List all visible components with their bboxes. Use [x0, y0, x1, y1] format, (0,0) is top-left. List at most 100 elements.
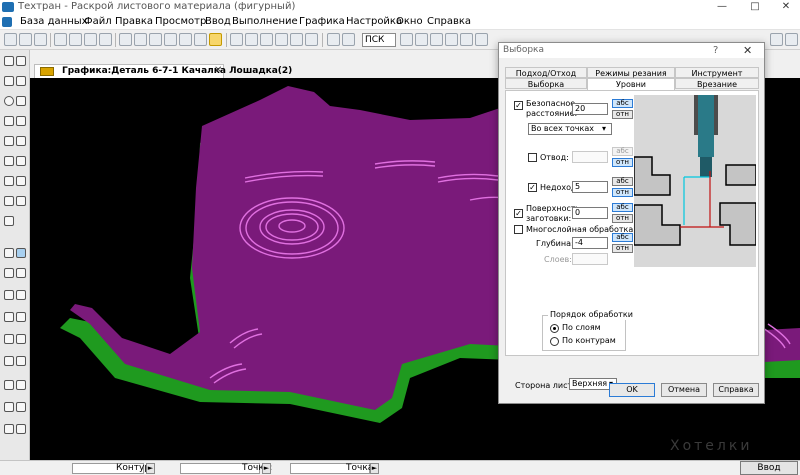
view-bottom-icon[interactable]	[290, 33, 303, 46]
layer-icon[interactable]	[4, 268, 14, 278]
stock-surface-rel-button[interactable]: отн	[612, 214, 633, 223]
menu-input[interactable]: Ввод	[205, 14, 231, 30]
tab-cutting-modes[interactable]: Режимы резания	[587, 67, 675, 78]
ok-button[interactable]: OK	[609, 383, 655, 397]
safe-distance-rel-button[interactable]: отн	[612, 110, 633, 119]
filter-icon[interactable]	[16, 268, 26, 278]
xy-icon[interactable]	[4, 216, 14, 226]
hand-icon[interactable]	[149, 33, 162, 46]
coord-system-select[interactable]: ПСК	[362, 33, 396, 47]
copy-obj-icon[interactable]	[16, 402, 26, 412]
stock-surface-abs-button[interactable]: абс	[612, 203, 633, 212]
menu-edit[interactable]: Правка	[115, 14, 153, 30]
zoom-out-icon[interactable]	[179, 33, 192, 46]
app-menu-icon[interactable]	[2, 17, 12, 27]
tool-icon-2[interactable]	[415, 33, 428, 46]
lasso-icon[interactable]	[4, 248, 14, 258]
stock-surface-input[interactable]: 0	[572, 207, 608, 219]
depth-rel-button[interactable]: отн	[612, 244, 633, 253]
radio-by-contours[interactable]	[550, 337, 559, 346]
safe-distance-input[interactable]: 20	[572, 103, 608, 115]
underpass-input[interactable]: 5	[572, 181, 608, 193]
pointer-icon[interactable]	[16, 56, 26, 66]
join-icon[interactable]	[16, 380, 26, 390]
minimize-button[interactable]: —	[710, 0, 734, 14]
mirror-icon[interactable]	[4, 290, 14, 300]
radio-by-layers[interactable]	[550, 324, 559, 333]
contour-pick-button[interactable]: ►	[146, 463, 155, 474]
depth-abs-button[interactable]: абс	[612, 233, 633, 242]
fillet-icon[interactable]	[4, 356, 14, 366]
tab-plunge[interactable]: Врезание	[675, 78, 759, 89]
underpass-checkbox[interactable]: ✓	[528, 183, 537, 192]
new-icon[interactable]	[4, 33, 17, 46]
dialog-close-icon[interactable]: ✕	[743, 43, 752, 58]
tab-approach[interactable]: Подход/Отход	[505, 67, 587, 78]
save-icon[interactable]	[34, 33, 47, 46]
offset-icon[interactable]	[16, 312, 26, 322]
measure-icon[interactable]	[4, 196, 14, 206]
chamfer-icon[interactable]	[16, 356, 26, 366]
break-icon[interactable]	[4, 380, 14, 390]
array-icon[interactable]	[4, 402, 14, 412]
view-right-icon[interactable]	[275, 33, 288, 46]
enter-button[interactable]: Ввод	[740, 461, 798, 475]
extend-icon[interactable]	[16, 334, 26, 344]
rectangle-icon[interactable]	[16, 96, 26, 106]
menu-file[interactable]: Файл	[84, 14, 112, 30]
depth-input[interactable]: -4	[572, 237, 608, 249]
point1-pick-button[interactable]: ►	[262, 463, 271, 474]
scale-icon[interactable]	[4, 312, 14, 322]
grid-icon[interactable]	[327, 33, 340, 46]
open-icon[interactable]	[19, 33, 32, 46]
view-left-icon[interactable]	[260, 33, 273, 46]
underpass-rel-button[interactable]: отн	[612, 188, 633, 197]
retract-checkbox[interactable]	[528, 153, 537, 162]
menu-graphics[interactable]: Графика	[299, 14, 345, 30]
properties-icon[interactable]	[16, 424, 26, 434]
menu-view[interactable]: Просмотр	[155, 14, 206, 30]
menu-window[interactable]: Окно	[396, 14, 423, 30]
retract-input[interactable]	[572, 151, 608, 163]
eraser-icon[interactable]	[16, 248, 26, 258]
menu-run[interactable]: Выполнение	[232, 14, 298, 30]
menu-help[interactable]: Справка	[427, 14, 471, 30]
zoom-all-icon[interactable]	[209, 33, 222, 46]
select-icon[interactable]	[4, 56, 14, 66]
print-icon[interactable]	[99, 33, 112, 46]
move-icon[interactable]	[16, 196, 26, 206]
polyline-icon[interactable]	[4, 136, 14, 146]
contour-icon[interactable]	[16, 176, 26, 186]
document-close-icon[interactable]: ✕	[214, 64, 222, 78]
zoom-window-icon[interactable]	[194, 33, 207, 46]
arc-icon[interactable]	[16, 116, 26, 126]
spline-icon[interactable]	[16, 136, 26, 146]
copy-icon[interactable]	[69, 33, 82, 46]
tool-icon-3[interactable]	[430, 33, 443, 46]
undo-icon[interactable]	[119, 33, 132, 46]
paste-icon[interactable]	[84, 33, 97, 46]
tool-icon-5[interactable]	[460, 33, 473, 46]
line-icon[interactable]	[16, 76, 26, 86]
rotate-icon[interactable]	[16, 290, 26, 300]
menu-settings[interactable]: Настройка	[346, 14, 402, 30]
point2-pick-button[interactable]: ►	[370, 463, 379, 474]
safe-distance-abs-button[interactable]: абс	[612, 99, 633, 108]
tool-icon-7[interactable]	[770, 33, 783, 46]
underpass-abs-button[interactable]: абс	[612, 177, 633, 186]
tool-icon-1[interactable]	[400, 33, 413, 46]
circle-icon[interactable]	[4, 96, 14, 106]
tab-selection[interactable]: Выборка	[505, 78, 587, 89]
stock-surface-checkbox[interactable]: ✓	[514, 209, 523, 218]
view-front-icon[interactable]	[230, 33, 243, 46]
retract-abs-button[interactable]: абс	[612, 147, 633, 156]
tab-tool[interactable]: Инструмент	[675, 67, 759, 78]
text-icon[interactable]	[4, 156, 14, 166]
tool-icon-8[interactable]	[785, 33, 798, 46]
zoom-in-icon[interactable]	[164, 33, 177, 46]
hatch-icon[interactable]	[16, 156, 26, 166]
trim-icon[interactable]	[4, 334, 14, 344]
safe-mode-select[interactable]: Во всех точках	[528, 123, 612, 135]
help-button[interactable]: Справка	[713, 383, 759, 397]
dialog-help-icon[interactable]: ?	[713, 43, 718, 58]
